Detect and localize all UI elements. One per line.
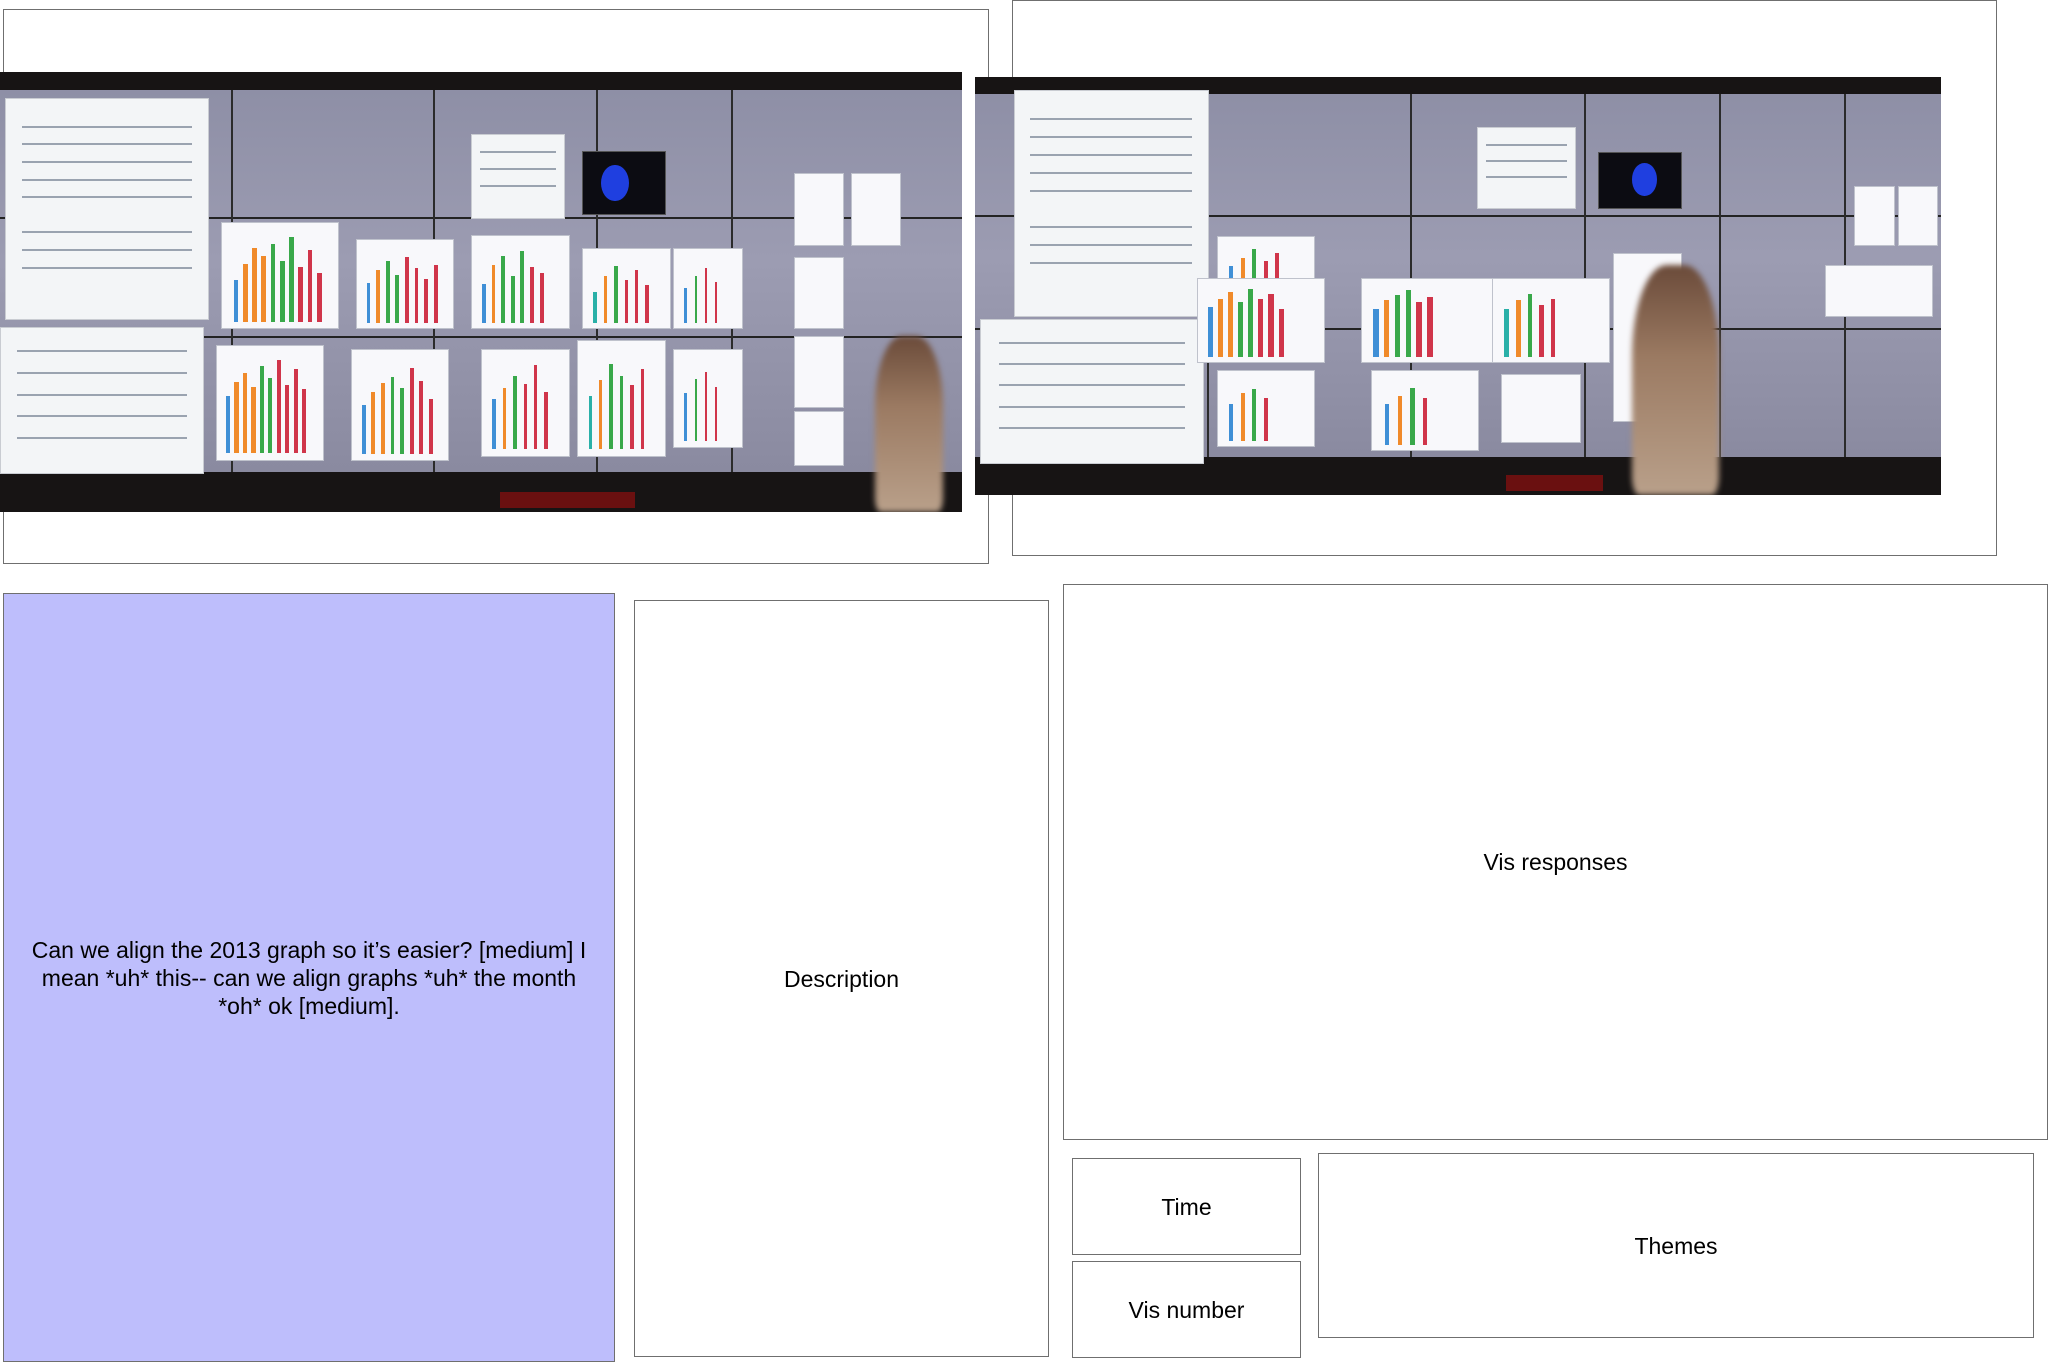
bar-chart-thumbnail [793,173,844,246]
bar-chart-thumbnail [1371,369,1480,451]
vis-number-panel: Vis number [1072,1261,1301,1358]
bar-chart-thumbnail [1501,373,1581,443]
task-description-document [979,319,1204,464]
themes-panel: Themes [1318,1153,2034,1338]
vis-responses-label: Vis responses [1483,849,1628,875]
response-popup [1598,152,1683,209]
bar-chart-thumbnail [216,344,325,462]
display-wall-photo-left [0,72,962,512]
bar-chart-thumbnail [793,410,844,466]
bar-chart-thumbnail [1197,277,1325,364]
bar-chart-thumbnail [793,256,844,330]
bar-chart-thumbnail [582,248,671,330]
presenter-person [875,336,943,512]
bar-chart-thumbnail [1216,369,1316,447]
data-description-document [4,98,209,321]
display-wall-photo-right [975,77,1941,495]
bar-chart-thumbnail [351,349,450,462]
vis-number-label: Vis number [1128,1296,1245,1323]
bar-chart-thumbnail [1491,277,1610,364]
utterance-text: Can we align the 2013 graph so it’s easi… [31,936,587,1019]
bar-chart-thumbnail [1854,185,1895,247]
response-popup [582,151,666,215]
bar-chart-thumbnail [481,349,570,457]
themes-label: Themes [1634,1232,1718,1259]
bar-chart-thumbnail [673,248,743,330]
time-panel: Time [1072,1158,1301,1255]
notes-document [471,133,565,220]
bar-chart-thumbnail [1825,265,1934,318]
utterance-panel: Can we align the 2013 graph so it’s easi… [3,593,615,1362]
notes-document [1477,127,1576,209]
bar-chart-thumbnail [1897,185,1939,247]
bar-chart-thumbnail [355,239,455,330]
data-description-document [1013,89,1209,318]
bar-chart-thumbnail [673,349,743,448]
bar-chart-thumbnail [793,336,844,409]
task-description-document [0,327,205,475]
time-label: Time [1161,1193,1212,1220]
bar-chart-thumbnail [851,173,902,246]
bar-chart-thumbnail [471,234,570,330]
bar-chart-thumbnail [221,221,339,330]
bar-chart-thumbnail [577,340,666,457]
presenter-person [1631,265,1719,495]
description-panel: Description [634,600,1049,1357]
vis-responses-panel: Vis responses [1063,584,2048,1140]
bar-chart-thumbnail [1361,277,1499,364]
description-label: Description [783,965,900,992]
